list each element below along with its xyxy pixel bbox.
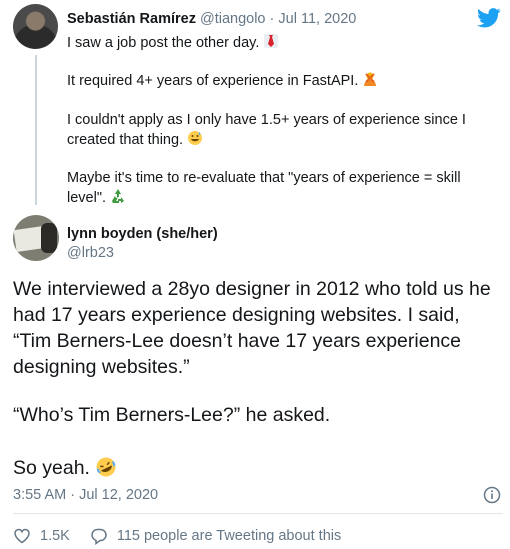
- avatar-sebastian[interactable]: [13, 4, 58, 49]
- tweet-paragraph-2: It required 4+ years of experience in Fa…: [67, 71, 487, 91]
- reply-paragraph-2: “Who’s Tim Berners-Lee?” he asked.: [13, 404, 331, 426]
- rolling-on-floor-laughing-icon: [96, 457, 116, 477]
- thread-line: [35, 55, 37, 205]
- tweet-paragraph-3: I couldn't apply as I only have 1.5+ yea…: [67, 112, 466, 148]
- tweeting-about-action[interactable]: 115 people are Tweeting about this: [90, 527, 341, 545]
- person-gesturing-no-icon: [364, 72, 377, 86]
- tweet-actions: 1.5K 115 people are Tweeting about this: [13, 527, 341, 545]
- tweet-paragraph-4: Maybe it's time to re-evaluate that "yea…: [67, 170, 461, 206]
- reply-paragraph-1: We interviewed a 28yo designer in 2012 w…: [13, 278, 491, 378]
- tweet-paragraph-1: I saw a job post the other day.: [67, 33, 487, 53]
- grinning-sweat-icon: [188, 131, 203, 145]
- like-count: 1.5K: [40, 528, 70, 544]
- like-action[interactable]: 1.5K: [13, 527, 70, 545]
- reply-timestamp[interactable]: 3:55 AM · Jul 12, 2020: [13, 487, 158, 503]
- reply-paragraph-3: So yeah.: [13, 455, 503, 481]
- avatar-lynn[interactable]: [13, 215, 59, 261]
- avatar-figure: [41, 223, 57, 253]
- twitter-bird-icon[interactable]: [477, 8, 501, 28]
- heart-icon[interactable]: [13, 527, 31, 545]
- reply-author-name[interactable]: lynn boyden (she/her): [67, 226, 218, 242]
- comment-icon[interactable]: [90, 527, 108, 545]
- tweet-header: Sebastián Ramírez @tiangolo · Jul 11, 20…: [67, 11, 356, 27]
- reply-author-handle[interactable]: @lrb23: [67, 245, 114, 261]
- author-handle[interactable]: @tiangolo: [200, 11, 266, 27]
- tweet-date[interactable]: Jul 11, 2020: [278, 11, 356, 27]
- header-separator: ·: [269, 11, 275, 27]
- necktie-icon: [264, 34, 279, 48]
- info-icon[interactable]: [483, 486, 501, 504]
- author-name[interactable]: Sebastián Ramírez: [67, 11, 196, 27]
- divider: [13, 513, 503, 514]
- recycling-symbol-icon: [112, 189, 125, 203]
- tweeting-about-text: 115 people are Tweeting about this: [116, 528, 342, 544]
